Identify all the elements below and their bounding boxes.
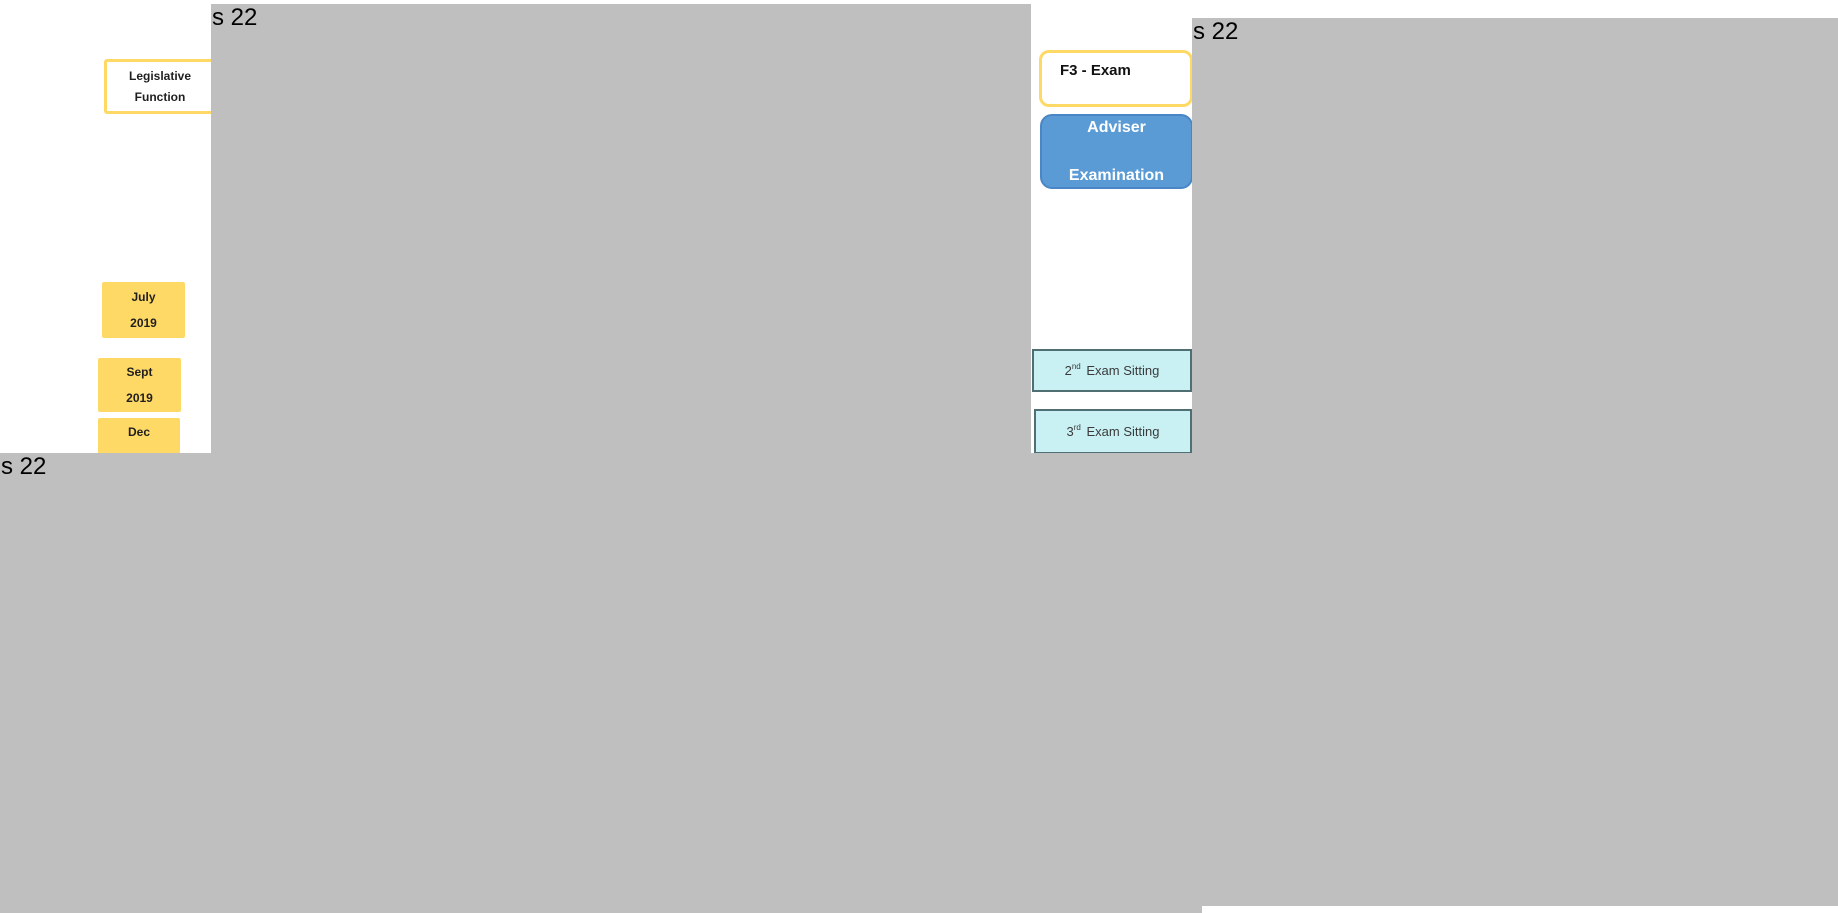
legislative-line-1: Legislative: [128, 68, 192, 83]
sitting-ordinal-suffix: nd: [1071, 361, 1081, 371]
date-box-sept-2019: Sept 2019: [98, 358, 181, 412]
sitting-text: 3rd Exam Sitting: [1066, 422, 1160, 439]
date-year: 2019: [130, 315, 157, 330]
sitting-number: 3: [1066, 424, 1074, 439]
sitting-text: 2nd Exam Sitting: [1064, 361, 1160, 378]
redaction-bottom: s 22: [0, 453, 1202, 913]
second-exam-sitting-box: 2nd Exam Sitting: [1032, 349, 1192, 392]
third-exam-sitting-box: 3rd Exam Sitting: [1034, 409, 1192, 454]
legislative-function-text: Legislative Function: [129, 66, 191, 108]
adviser-examination-box: Adviser Examination: [1040, 114, 1193, 189]
date-month: Dec: [127, 424, 150, 439]
redaction-bottom-label: s 22: [1, 453, 47, 480]
date-box-july-2019: July 2019: [102, 282, 185, 338]
redaction-top-right: s 22: [1192, 18, 1838, 906]
legislative-line-2: Function: [134, 89, 186, 104]
date-text: July 2019: [130, 278, 157, 343]
date-text: Sept 2019: [126, 353, 153, 418]
adviser-examination-text: Adviser Examination: [1069, 92, 1164, 212]
redaction-top-right-label: s 22: [1193, 18, 1239, 45]
redaction-top-left-label: s 22: [212, 4, 258, 31]
date-month: July: [131, 289, 156, 304]
sitting-number: 2: [1064, 363, 1072, 378]
adviser-line-1: Adviser: [1087, 118, 1146, 136]
f3-exam-text: F3 - Exam: [1060, 62, 1131, 79]
sitting-label: Exam Sitting: [1086, 424, 1160, 439]
date-month: Sept: [126, 364, 153, 379]
adviser-line-2: Examination: [1068, 166, 1165, 184]
sitting-label: Exam Sitting: [1086, 363, 1160, 378]
date-year: 2019: [126, 390, 153, 405]
sitting-ordinal-suffix: rd: [1073, 422, 1081, 432]
legislative-function-box: Legislative Function: [104, 59, 216, 114]
redaction-top-left: s 22: [211, 4, 1031, 454]
